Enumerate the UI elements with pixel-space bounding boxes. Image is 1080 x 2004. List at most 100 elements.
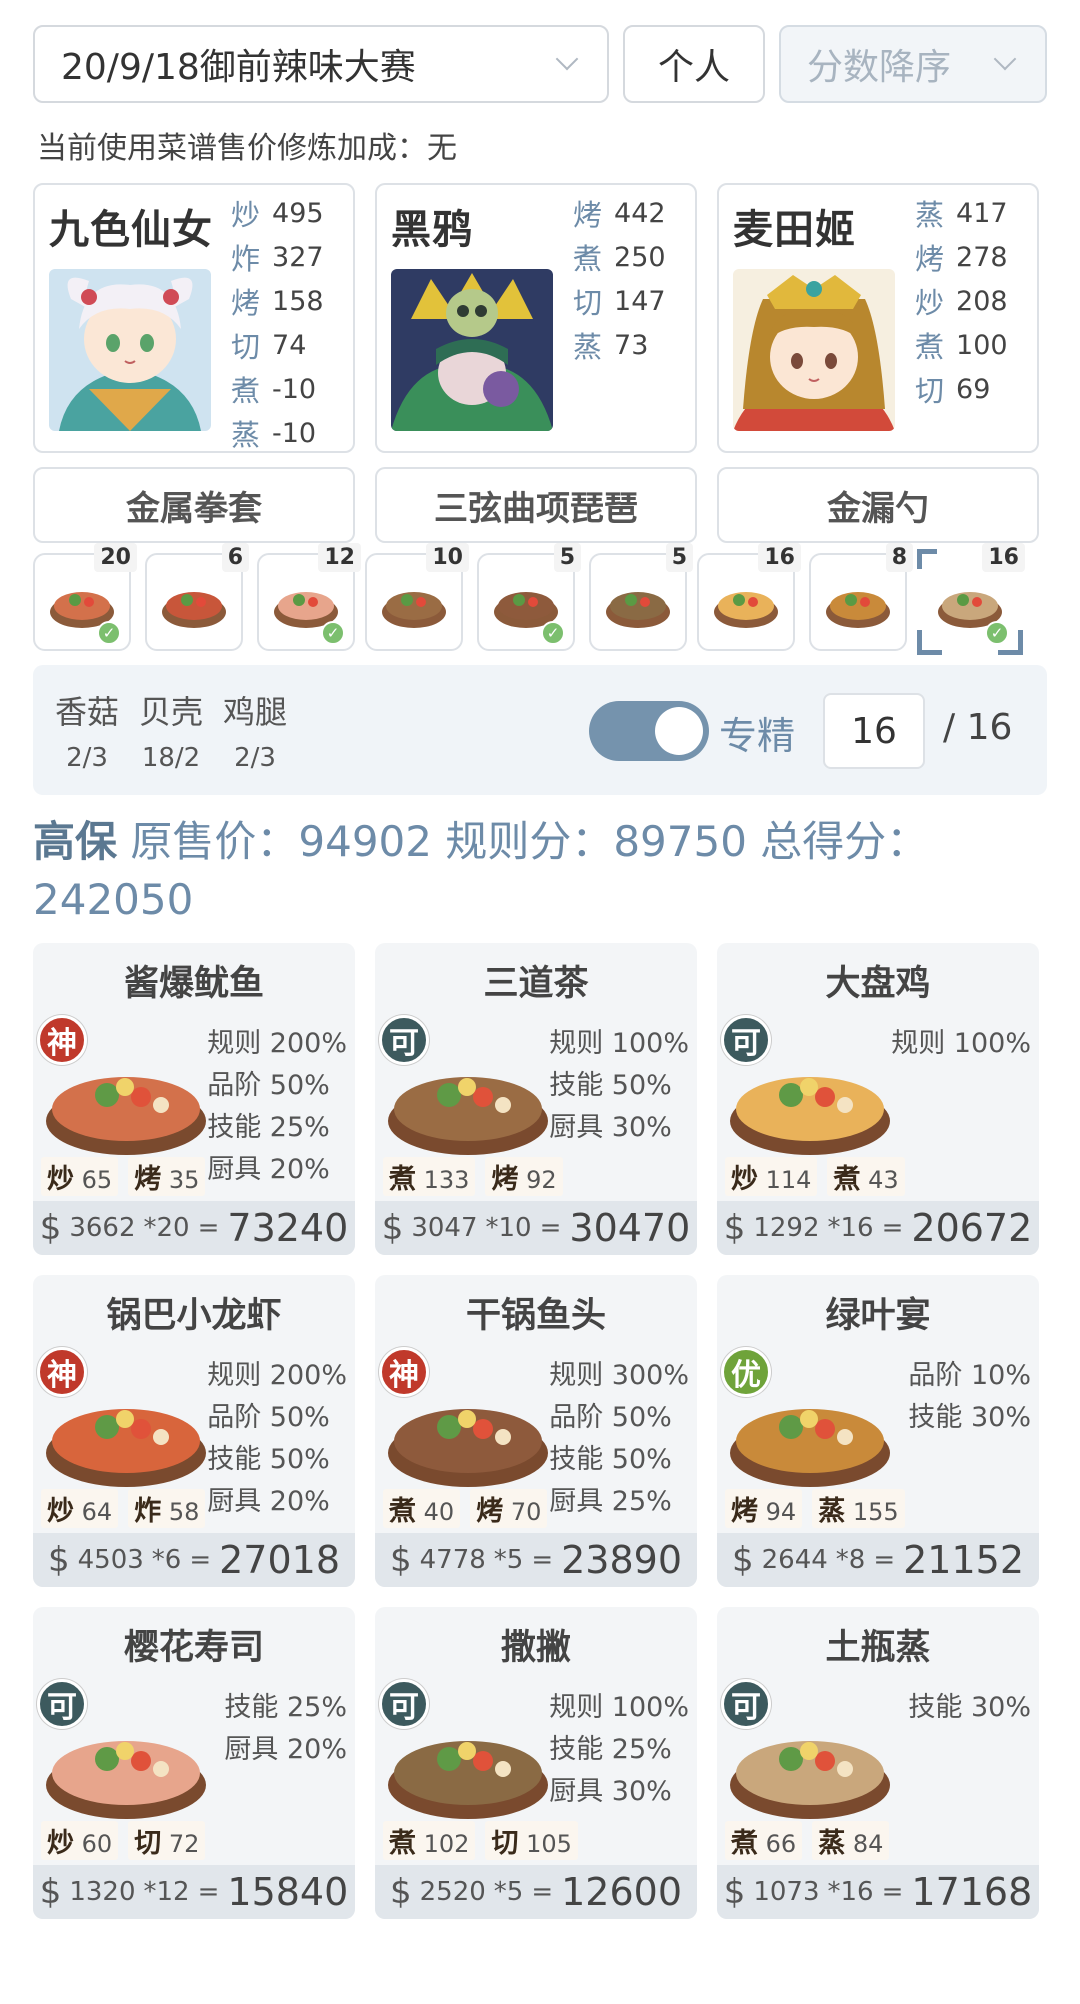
skill-type: 炸 xyxy=(231,242,261,276)
skill-type: 切 xyxy=(573,286,603,320)
skill-type: 炒 xyxy=(231,198,261,232)
chef-card[interactable]: 黑鸦 烤 442 煮 250 切 147 蒸 73 xyxy=(375,183,697,453)
skill-value: 66 xyxy=(765,1830,797,1858)
mastery-toggle[interactable] xyxy=(589,701,709,761)
skill-value: 250 xyxy=(614,241,666,273)
chef-skills: 蒸 417 烤 278 炒 208 煮 100 切 69 xyxy=(915,191,1008,411)
dish-buffs: 规则 100% 技能 50% 厨具 30% xyxy=(549,1023,689,1149)
total-price: 23890 xyxy=(561,1538,683,1582)
skill-type: 蒸 xyxy=(573,330,603,364)
quantity: *5 xyxy=(493,1545,524,1575)
unit-price: 1320 xyxy=(69,1877,136,1907)
sort-dropdown[interactable]: 分数降序 xyxy=(779,25,1047,103)
dish-buffs: 品阶 10% 技能 30% xyxy=(908,1355,1031,1439)
skill-type: 切 xyxy=(915,374,945,408)
recipe-slot[interactable]: 8 xyxy=(809,543,913,651)
chevron-down-icon xyxy=(993,51,1019,77)
chef-card[interactable]: 麦田姬 蒸 417 烤 278 炒 208 煮 100 切 69 xyxy=(717,183,1039,453)
recipe-slot[interactable]: 16 xyxy=(697,543,801,651)
dish-card[interactable]: 大盘鸡可炒 114 煮 43 规则 100% $1292 *16 = 20672 xyxy=(717,943,1039,1255)
total-price: 20672 xyxy=(911,1206,1033,1250)
dollar-icon: $ xyxy=(381,1208,404,1248)
dish-price-bar: $2520 *5 = 12600 xyxy=(375,1865,697,1919)
buff-line: 厨具 20% xyxy=(224,1734,347,1765)
dish-card[interactable]: 锅巴小龙虾神炒 64 炸 58 规则 200% 品阶 50% 技能 50% 厨具 20% $… xyxy=(33,1275,355,1587)
skill-req-1: 炒 60 xyxy=(41,1821,119,1860)
recipe-slot[interactable]: 5 xyxy=(589,543,693,651)
recipe-slot[interactable]: 12 ✓ xyxy=(257,543,361,651)
dish-thumbnail-icon xyxy=(382,592,446,628)
dish-price-bar: $2644 *8 = 21152 xyxy=(717,1533,1039,1587)
skill-value: 72 xyxy=(168,1830,200,1858)
slot-count: 5 xyxy=(665,543,693,572)
recipe-slot[interactable]: 5 ✓ xyxy=(477,543,581,651)
skill-value: 58 xyxy=(168,1498,200,1526)
skill-type: 煮 xyxy=(731,1828,758,1859)
slot-group: 16 8 16 ✓ xyxy=(697,543,1025,655)
skill-req-2: 烤 92 xyxy=(485,1157,563,1196)
skill-type: 烤 xyxy=(491,1164,519,1195)
equipment-button[interactable]: 金漏勺 xyxy=(717,467,1039,543)
buff-line: 规则 200% xyxy=(207,1028,347,1059)
skill-type: 炒 xyxy=(731,1164,758,1195)
equipment-button[interactable]: 金属拳套 xyxy=(33,467,355,543)
buff-line: 厨具 20% xyxy=(207,1154,330,1185)
recipe-slot[interactable]: 16 ✓ xyxy=(917,543,1025,655)
dish-card[interactable]: 干锅鱼头神煮 40 烤 70 规则 300% 品阶 50% 技能 50% 厨具 25% $4… xyxy=(375,1275,697,1587)
quantity: *12 xyxy=(143,1877,190,1907)
buff-line: 规则 100% xyxy=(549,1692,689,1723)
skill-req-1: 煮 102 xyxy=(383,1821,476,1860)
equals-sign: = xyxy=(881,1877,904,1907)
dish-skill-req: 炒 60 切 72 xyxy=(41,1821,206,1860)
mastery-input[interactable]: 16 xyxy=(823,693,925,769)
skill-value: 70 xyxy=(510,1498,542,1526)
dish-card[interactable]: 酱爆鱿鱼神炒 65 烤 35 规则 200% 品阶 50% 技能 25% 厨具 20% $3… xyxy=(33,943,355,1255)
slot-count: 8 xyxy=(885,543,913,572)
dish-card[interactable]: 土瓶蒸可煮 66 蒸 84 技能 30% $1073 *16 = 17168 xyxy=(717,1607,1039,1919)
check-icon: ✓ xyxy=(97,621,121,645)
dollar-icon: $ xyxy=(389,1872,412,1912)
rarity-badge: 神 xyxy=(37,1015,87,1065)
skill-type: 煮 xyxy=(231,374,261,408)
chef-list: 九色仙女 炒 495 炸 327 烤 158 切 74 煮 -10 蒸 -10 … xyxy=(33,183,1047,453)
dish-skill-req: 煮 102 切 105 xyxy=(383,1821,578,1860)
chef-card[interactable]: 九色仙女 炒 495 炸 327 烤 158 切 74 煮 -10 蒸 -10 xyxy=(33,183,355,453)
recipe-slot[interactable]: 20 ✓ xyxy=(33,543,137,651)
quantity: *20 xyxy=(143,1213,190,1243)
mode-button[interactable]: 个人 xyxy=(623,25,765,103)
buff-line: 规则 100% xyxy=(549,1028,689,1059)
equipment-button[interactable]: 三弦曲项琵琶 xyxy=(375,467,697,543)
skill-row: 炒 208 xyxy=(915,279,1008,323)
skill-type: 煮 xyxy=(389,1496,416,1527)
dish-buffs: 规则 100% xyxy=(891,1023,1031,1065)
skill-type: 炒 xyxy=(915,286,945,320)
recipe-slot[interactable]: 10 xyxy=(365,543,469,651)
dish-buffs: 规则 200% 品阶 50% 技能 25% 厨具 20% xyxy=(207,1023,347,1191)
dish-card[interactable]: 撒撇可煮 102 切 105 规则 100% 技能 25% 厨具 30% $2520 *5 =… xyxy=(375,1607,697,1919)
ingredient-name: 贝壳 xyxy=(139,693,204,731)
total-price: 12600 xyxy=(561,1870,683,1914)
rarity-badge: 可 xyxy=(721,1015,771,1065)
dollar-icon: $ xyxy=(389,1540,412,1580)
dish-title: 锅巴小龙虾 xyxy=(106,1296,282,1336)
recipe-slot[interactable]: 6 xyxy=(145,543,249,651)
dish-card[interactable]: 三道茶可煮 133 烤 92 规则 100% 技能 50% 厨具 30% $3047 *10… xyxy=(375,943,697,1255)
skill-value: 442 xyxy=(614,197,666,229)
dish-card[interactable]: 绿叶宴优烤 94 蒸 155 品阶 10% 技能 30% $2644 *8 = 21152 xyxy=(717,1275,1039,1587)
dish-title: 绿叶宴 xyxy=(825,1296,931,1336)
selection-corner xyxy=(917,549,937,569)
skill-value: 155 xyxy=(852,1498,899,1526)
dish-card[interactable]: 樱花寿司可炒 60 切 72 技能 25% 厨具 20% $1320 *12 = 15840 xyxy=(33,1607,355,1919)
event-dropdown[interactable]: 20/9/18御前辣味大赛 xyxy=(33,25,609,103)
skill-row: 煮 100 xyxy=(915,323,1008,367)
skill-row: 烤 278 xyxy=(915,235,1008,279)
rarity-badge: 可 xyxy=(721,1679,771,1729)
skill-type: 蒸 xyxy=(818,1828,846,1859)
skill-row: 炒 495 xyxy=(231,191,324,235)
rarity-badge: 可 xyxy=(379,1679,429,1729)
skill-req-2: 蒸 84 xyxy=(812,1821,890,1860)
dollar-icon: $ xyxy=(47,1540,70,1580)
skill-type: 烤 xyxy=(731,1496,758,1527)
skill-value: -10 xyxy=(272,373,317,405)
check-icon: ✓ xyxy=(985,621,1009,645)
